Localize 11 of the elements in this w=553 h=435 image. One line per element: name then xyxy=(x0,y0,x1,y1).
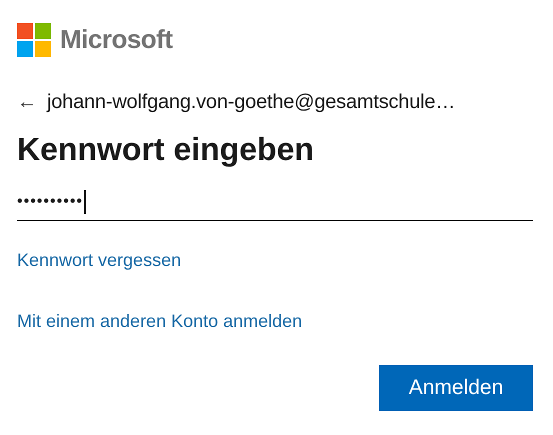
password-value: •••••••••• xyxy=(17,192,84,212)
sign-in-button[interactable]: Anmelden xyxy=(379,365,533,411)
logo-icon xyxy=(17,22,51,56)
password-field[interactable]: •••••••••• xyxy=(17,183,533,221)
brand-name: Microsoft xyxy=(60,23,172,56)
page-title: Kennwort eingeben xyxy=(17,130,315,169)
link[interactable]: Mit einem anderen Konto anmelden xyxy=(17,308,302,335)
back-button[interactable]: ← xyxy=(17,92,37,112)
account-email: johann-wolfgang.von-goethe@gesamtschule… xyxy=(47,90,456,115)
text-cursor-icon xyxy=(84,190,86,214)
link[interactable]: Kennwort vergessen xyxy=(17,247,182,274)
